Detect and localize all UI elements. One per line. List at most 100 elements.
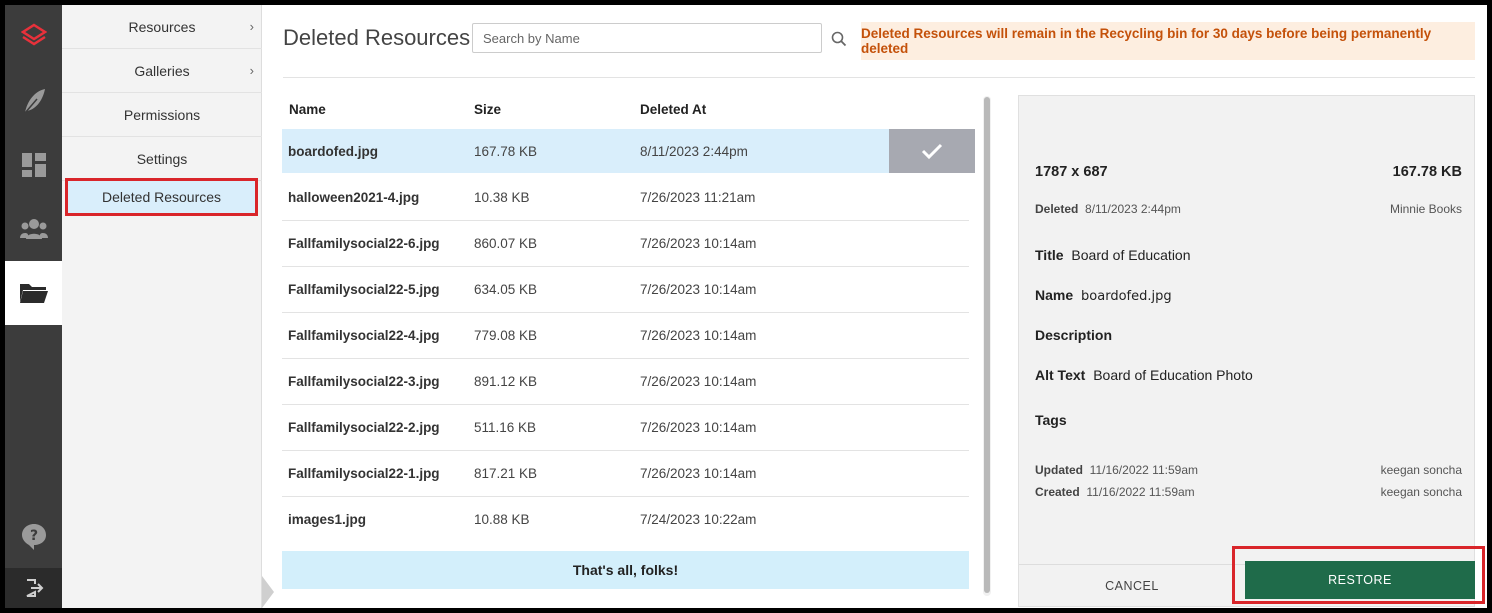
row-size: 817.21 KB [474, 466, 538, 481]
recycling-notice: Deleted Resources will remain in the Rec… [861, 22, 1475, 60]
logo-icon[interactable] [5, 5, 62, 69]
deleted-info: Deleted 8/11/2023 2:44pm [1035, 202, 1181, 216]
row-size: 511.16 KB [474, 420, 537, 435]
resource-details-panel: 1787 x 687 167.78 KB Deleted 8/11/2023 2… [1018, 95, 1475, 607]
subnav-item-label: Permissions [123, 106, 201, 123]
updated-value: 11/16/2022 11:59am [1089, 463, 1198, 477]
chevron-right-icon: › [249, 19, 254, 34]
subnav-item-label: Settings [136, 150, 188, 167]
search-input[interactable] [472, 23, 822, 53]
row-size: 634.05 KB [474, 282, 538, 297]
row-size: 779.08 KB [474, 328, 538, 343]
subnav-item-label: Deleted Resources [101, 189, 222, 205]
table-row[interactable]: Fallfamilysocial22-5.jpg 634.05 KB 7/26/… [282, 267, 969, 313]
updated-by: keegan soncha [1380, 463, 1462, 477]
column-header-size[interactable]: Size [474, 102, 501, 117]
subnav-item-settings[interactable]: Settings [62, 137, 262, 181]
table-row[interactable]: Fallfamilysocial22-6.jpg 860.07 KB 7/26/… [282, 221, 969, 267]
subnav-item-label: Resources [128, 18, 196, 35]
subnav-item-deleted-resources[interactable]: Deleted Resources [65, 178, 258, 216]
row-deleted-at: 7/26/2023 10:14am [640, 466, 757, 481]
row-size: 167.78 KB [474, 144, 538, 159]
column-header-name[interactable]: Name [289, 102, 326, 117]
folder-icon[interactable] [5, 261, 62, 325]
resources-subnav: Resources › Galleries › Permissions Sett… [62, 5, 262, 608]
description-label: Description [1035, 327, 1113, 343]
created-by: keegan soncha [1380, 485, 1462, 499]
row-name: Fallfamilysocial22-6.jpg [288, 236, 440, 251]
row-name: halloween2021-4.jpg [288, 190, 420, 205]
table-row[interactable]: Fallfamilysocial22-4.jpg 779.08 KB 7/26/… [282, 313, 969, 359]
column-header-deleted-at[interactable]: Deleted At [640, 102, 706, 117]
row-deleted-at: 7/26/2023 10:14am [640, 282, 757, 297]
title-value: Board of Education [1071, 247, 1191, 263]
name-label: Name [1035, 287, 1074, 303]
users-icon[interactable] [5, 197, 62, 261]
row-size: 891.12 KB [474, 374, 538, 389]
updated-info: Updated 11/16/2022 11:59am [1035, 463, 1198, 477]
row-deleted-at: 8/11/2023 2:44pm [640, 144, 748, 159]
created-value: 11/16/2022 11:59am [1086, 485, 1195, 499]
description-field: Description [1035, 327, 1116, 343]
alt-text-field: Alt Text Board of Education Photo [1035, 367, 1253, 383]
name-field: Name boardofed.jpg [1035, 287, 1172, 304]
file-size: 167.78 KB [1392, 164, 1462, 180]
icon-rail: ? [5, 5, 62, 608]
updated-label: Updated [1035, 463, 1083, 477]
end-of-list-message: That's all, folks! [282, 551, 969, 589]
table-row[interactable]: boardofed.jpg 167.78 KB 8/11/2023 2:44pm [282, 129, 889, 173]
help-icon[interactable]: ? [5, 505, 62, 569]
scrollbar-thumb[interactable] [984, 97, 990, 593]
table-row[interactable]: images1.jpg 10.88 KB 7/24/2023 10:22am [282, 497, 969, 543]
row-name: images1.jpg [288, 512, 367, 527]
chevron-right-icon: › [249, 63, 254, 78]
logout-icon[interactable] [5, 568, 62, 608]
cancel-button[interactable]: CANCEL [1019, 565, 1245, 607]
row-name: Fallfamilysocial22-3.jpg [288, 374, 440, 389]
row-name: boardofed.jpg [288, 144, 378, 159]
table-row[interactable]: halloween2021-4.jpg 10.38 KB 7/26/2023 1… [282, 175, 969, 221]
row-deleted-at: 7/26/2023 10:14am [640, 420, 757, 435]
row-deleted-at: 7/26/2023 10:14am [640, 236, 757, 251]
name-value: boardofed.jpg [1081, 289, 1172, 304]
dashboard-icon[interactable] [5, 133, 62, 197]
row-name: Fallfamilysocial22-1.jpg [288, 466, 440, 481]
subnav-item-galleries[interactable]: Galleries › [62, 49, 262, 93]
title-label: Title [1035, 247, 1064, 263]
created-info: Created 11/16/2022 11:59am [1035, 485, 1195, 499]
row-size: 10.38 KB [474, 190, 530, 205]
restore-button[interactable]: RESTORE [1245, 561, 1475, 599]
svg-text:?: ? [29, 528, 37, 544]
alt-text-label: Alt Text [1035, 367, 1086, 383]
collapse-panel-handle[interactable] [262, 576, 274, 608]
row-name: Fallfamilysocial22-5.jpg [288, 282, 440, 297]
title-field: Title Board of Education [1035, 247, 1191, 263]
divider [283, 77, 1475, 78]
checkmark-icon [921, 143, 943, 160]
row-select-checkbox[interactable] [889, 129, 975, 173]
row-deleted-at: 7/26/2023 10:14am [640, 374, 757, 389]
alt-text-value: Board of Education Photo [1093, 367, 1253, 383]
page-title: Deleted Resources [283, 25, 471, 50]
table-row[interactable]: Fallfamilysocial22-3.jpg 891.12 KB 7/26/… [282, 359, 969, 405]
row-size: 10.88 KB [474, 512, 530, 527]
table-row[interactable]: Fallfamilysocial22-1.jpg 817.21 KB 7/26/… [282, 451, 969, 497]
row-size: 860.07 KB [474, 236, 538, 251]
feather-icon[interactable] [5, 69, 62, 133]
deleted-by: Minnie Books [1389, 202, 1462, 216]
subnav-item-permissions[interactable]: Permissions [62, 93, 262, 137]
created-label: Created [1035, 485, 1080, 499]
subnav-item-label: Galleries [134, 62, 190, 79]
tags-label: Tags [1035, 412, 1067, 428]
deleted-label: Deleted [1035, 202, 1079, 216]
app-frame: ? Resources › Galleries › Permissions Se… [5, 5, 1487, 608]
image-dimensions: 1787 x 687 [1035, 164, 1108, 180]
search-icon[interactable] [831, 31, 847, 52]
deleted-value: 8/11/2023 2:44pm [1085, 202, 1181, 216]
tags-field: Tags [1035, 412, 1071, 428]
table-row[interactable]: Fallfamilysocial22-2.jpg 511.16 KB 7/26/… [282, 405, 969, 451]
subnav-item-resources[interactable]: Resources › [62, 5, 262, 49]
row-deleted-at: 7/24/2023 10:22am [640, 512, 757, 527]
row-name: Fallfamilysocial22-4.jpg [288, 328, 440, 343]
row-name: Fallfamilysocial22-2.jpg [288, 420, 440, 435]
